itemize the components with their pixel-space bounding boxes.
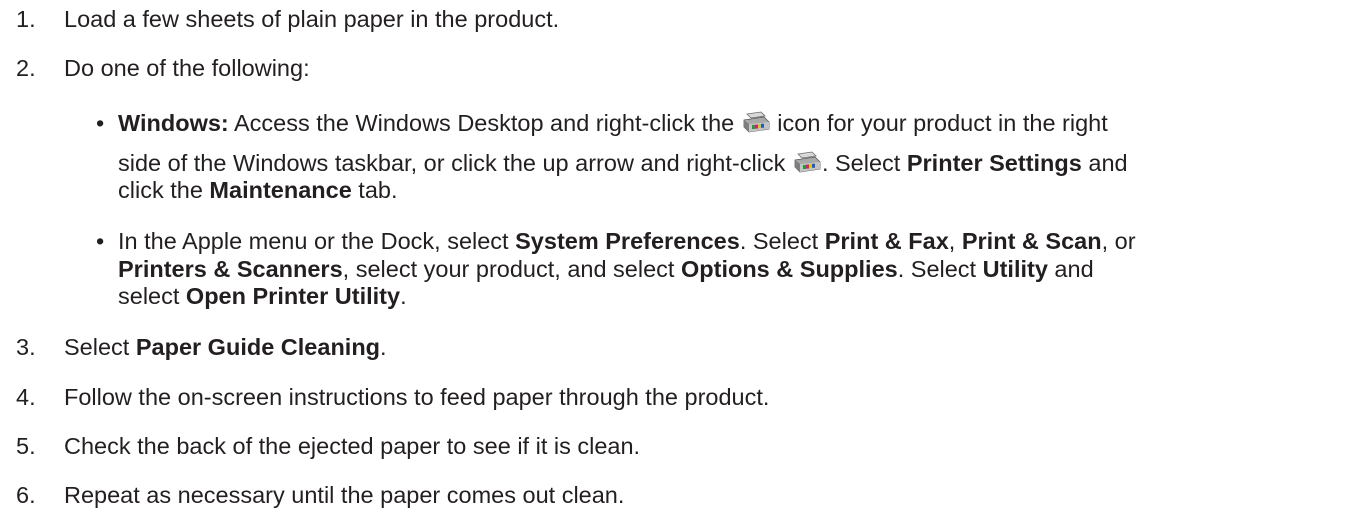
step-text: Repeat as necessary until the paper come… [64, 482, 625, 508]
step-text: Load a few sheets of plain paper in the … [64, 6, 560, 32]
step-number: 6. [16, 482, 36, 508]
maintenance-tab-label: Maintenance [209, 177, 352, 203]
printer-utility-icon [741, 111, 771, 135]
step-number: 1. [16, 6, 36, 32]
step-number: 5. [16, 433, 36, 459]
step-number: 2. [16, 55, 36, 81]
step-text: Follow the on-screen instructions to fee… [64, 384, 770, 410]
step-number: 4. [16, 384, 36, 410]
windows-label: Windows: [118, 110, 229, 136]
step-number: 3. [16, 334, 36, 360]
bullet: • [96, 228, 105, 254]
printer-settings-label: Printer Settings [906, 150, 1082, 176]
step-text: Check the back of the ejected paper to s… [64, 433, 641, 459]
step-text: Do one of the following: [64, 55, 310, 81]
bullet: • [96, 110, 105, 136]
step-text: Select Paper Guide Cleaning. [64, 334, 387, 360]
printer-utility-icon [792, 151, 822, 175]
